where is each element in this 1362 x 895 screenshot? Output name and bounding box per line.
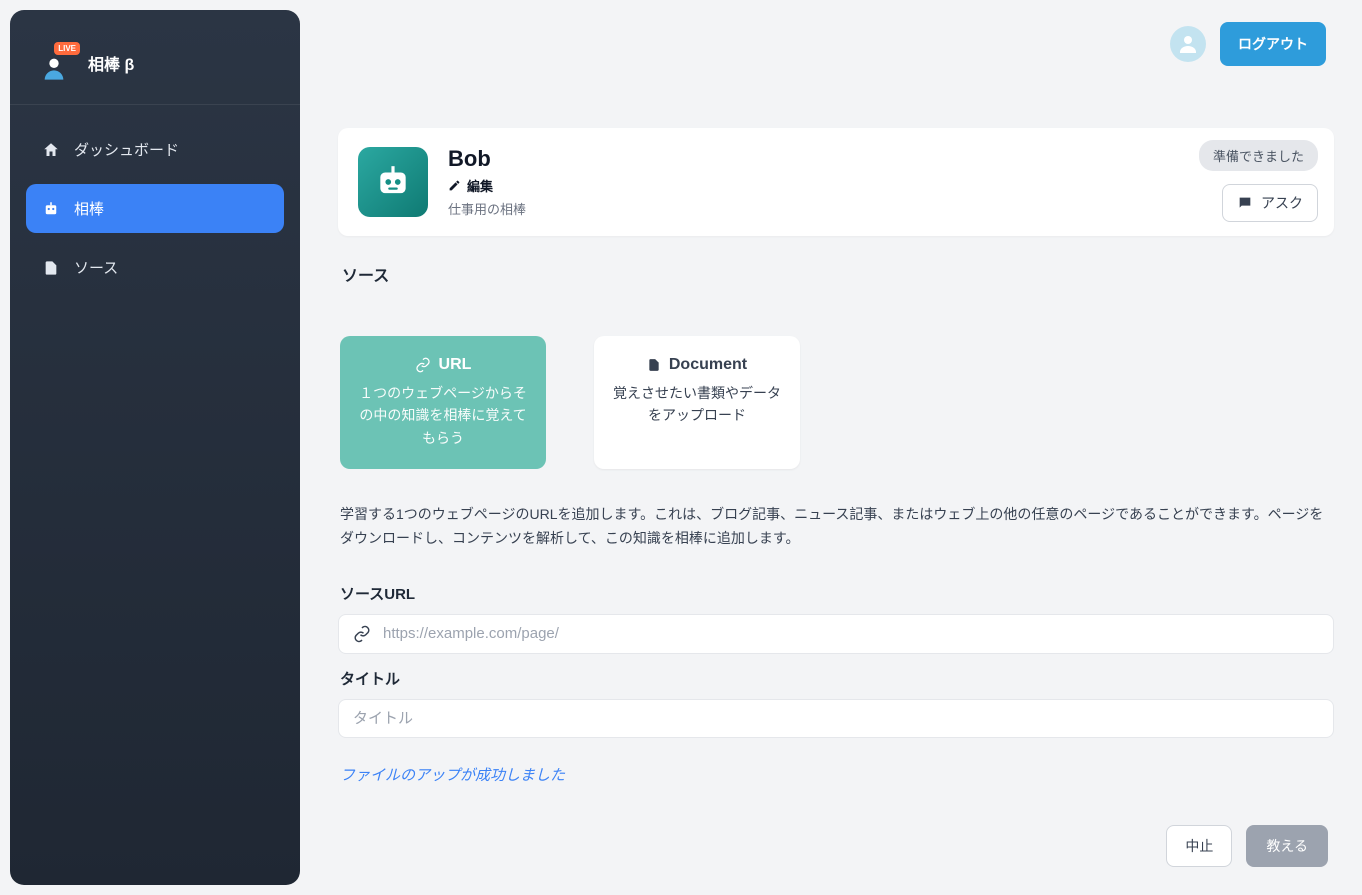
ask-button-label: アスク	[1261, 193, 1303, 213]
topbar: ログアウト	[338, 20, 1334, 68]
robot-face-icon	[374, 163, 412, 201]
ask-button[interactable]: アスク	[1222, 184, 1318, 222]
help-text: 学習する1つのウェブページのURLを追加します。これは、ブログ記事、ニュース記事…	[340, 503, 1332, 551]
link-icon	[415, 357, 431, 373]
source-url-input[interactable]	[383, 625, 1319, 642]
sidebar-item-label: ダッシュボード	[74, 139, 179, 160]
source-option-document-title: Document	[669, 356, 747, 374]
sidebar-header: LIVE 相棒 β	[10, 30, 300, 105]
brand-title: 相棒 β	[88, 51, 134, 75]
title-input-wrap	[338, 699, 1334, 738]
source-url-label: ソースURL	[340, 583, 1332, 604]
source-url-input-wrap	[338, 614, 1334, 654]
bot-name: Bob	[448, 146, 526, 172]
bot-edit-label: 編集	[467, 176, 493, 195]
sidebar-item-label: 相棒	[74, 198, 104, 219]
bot-edit-link[interactable]: 編集	[448, 176, 526, 195]
upload-success-message: ファイルのアップが成功しました	[340, 764, 1332, 785]
source-option-url[interactable]: URL １つのウェブページからその中の知識を相棒に覚えてもらう	[340, 336, 546, 469]
avatar[interactable]	[1170, 26, 1206, 62]
bot-avatar	[358, 147, 428, 217]
title-field-label: タイトル	[340, 668, 1332, 689]
robot-icon	[42, 200, 60, 218]
source-option-url-desc: １つのウェブページからその中の知識を相棒に覚えてもらう	[354, 382, 532, 449]
logout-button[interactable]: ログアウト	[1220, 22, 1326, 66]
sidebar-item-source[interactable]: ソース	[26, 243, 284, 292]
file-icon	[42, 259, 60, 277]
home-icon	[42, 141, 60, 159]
app-logo: LIVE	[36, 44, 74, 82]
sidebar-item-dashboard[interactable]: ダッシュボード	[26, 125, 284, 174]
sidebar-item-label: ソース	[74, 257, 118, 278]
source-option-document-desc: 覚えさせたい書類やデータをアップロード	[608, 382, 786, 427]
source-options: URL １つのウェブページからその中の知識を相棒に覚えてもらう Document…	[338, 336, 1334, 469]
document-icon	[647, 357, 661, 373]
teach-button[interactable]: 教える	[1246, 825, 1328, 867]
user-icon	[1176, 32, 1200, 56]
bot-description: 仕事用の相棒	[448, 199, 526, 218]
sources-section-title: ソース	[342, 262, 1330, 286]
person-icon	[40, 54, 68, 82]
sidebar: LIVE 相棒 β ダッシュボード 相棒 ソース	[10, 10, 300, 885]
sidebar-item-aibou[interactable]: 相棒	[26, 184, 284, 233]
source-option-document[interactable]: Document 覚えさせたい書類やデータをアップロード	[594, 336, 800, 469]
source-option-url-title: URL	[439, 356, 472, 374]
title-input[interactable]	[353, 710, 1319, 727]
status-badge: 準備できました	[1199, 140, 1318, 171]
link-icon	[353, 625, 371, 643]
live-badge: LIVE	[54, 42, 80, 55]
footer-actions: 中止 教える	[338, 825, 1334, 867]
sidebar-nav: ダッシュボード 相棒 ソース	[10, 125, 300, 292]
main-content: ログアウト Bob 編集 仕事用の相棒 準備できました アスク ソース	[310, 0, 1362, 895]
cancel-button[interactable]: 中止	[1166, 825, 1232, 867]
bot-info: Bob 編集 仕事用の相棒	[448, 146, 526, 218]
bot-card: Bob 編集 仕事用の相棒 準備できました アスク	[338, 128, 1334, 236]
chat-icon	[1237, 195, 1253, 211]
edit-icon	[448, 179, 461, 192]
